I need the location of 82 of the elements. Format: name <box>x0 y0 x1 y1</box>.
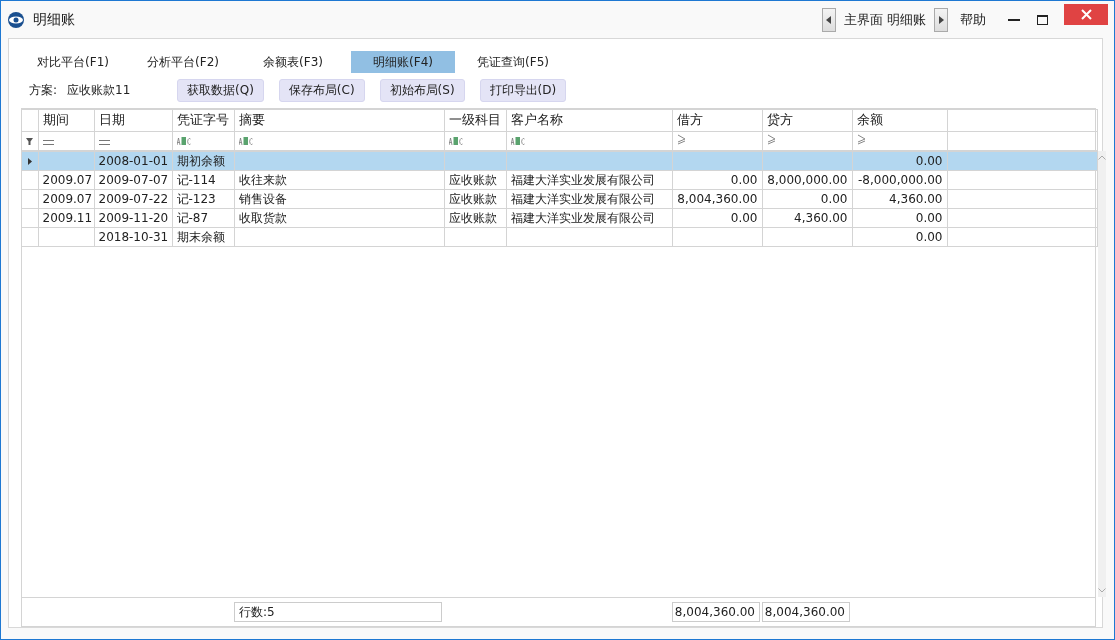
summary-field: 8,004,360.00 <box>672 602 760 622</box>
table-cell: 4,360.00 <box>852 189 947 209</box>
right-arrow-icon <box>938 15 944 24</box>
table-cell: 记-87 <box>172 208 234 228</box>
table-cell: 收往来款 <box>234 170 444 190</box>
column-header: 日期 <box>94 109 172 132</box>
table-cell: 0.00 <box>672 170 762 190</box>
previous-button[interactable] <box>821 7 836 32</box>
table-cell: 2008-01-01 <box>94 151 172 171</box>
table-cell: 2018-10-31 <box>94 227 172 247</box>
column-header: 借方 <box>672 109 762 132</box>
table-cell: 8,004,360.00 <box>672 189 762 209</box>
table-cell: 2009.07 <box>38 189 94 209</box>
scrollbar[interactable] <box>1097 151 1106 597</box>
table-cell: 0.00 <box>852 227 947 247</box>
tab[interactable]: 对比平台(F1) <box>21 51 125 73</box>
table-cell: 期末余额 <box>172 227 234 247</box>
table-cell: 应收账款 <box>444 189 506 209</box>
column-header: 凭证字号 <box>172 109 234 132</box>
table-cell: 记-114 <box>172 170 234 190</box>
close-button[interactable] <box>1064 4 1108 25</box>
greater-equal-filter-icon[interactable] <box>766 134 777 145</box>
text-filter-icon[interactable] <box>510 137 525 145</box>
column-header: 贷方 <box>762 109 852 132</box>
table-cell: 4,360.00 <box>762 208 852 228</box>
table-cell: 2009-07-22 <box>94 189 172 209</box>
table-cell: 福建大洋实业发展有限公司 <box>506 189 672 209</box>
table-cell: 福建大洋实业发展有限公司 <box>506 170 672 190</box>
table-cell: 2009.07 <box>38 170 94 190</box>
table-cell: 0.00 <box>762 189 852 209</box>
toolbar-button[interactable]: 获取数据(Q) <box>177 79 264 102</box>
column-header: 客户名称 <box>506 109 672 132</box>
close-icon <box>1080 9 1092 20</box>
table-cell: 记-123 <box>172 189 234 209</box>
equals-filter-icon[interactable] <box>98 140 110 145</box>
table-cell: 期初余额 <box>172 151 234 171</box>
scheme-label: 方案: <box>29 82 58 99</box>
table-cell: 福建大洋实业发展有限公司 <box>506 208 672 228</box>
table-cell: 2009-11-20 <box>94 208 172 228</box>
filter-icon[interactable] <box>26 138 34 145</box>
tab[interactable]: 明细账(F4) <box>351 51 455 73</box>
scroll-up-icon[interactable] <box>1097 155 1106 160</box>
text-filter-icon[interactable] <box>238 137 253 145</box>
summary-field: 行数:5 <box>234 602 442 622</box>
table-cell: 应收账款 <box>444 170 506 190</box>
tab[interactable]: 余额表(F3) <box>241 51 345 73</box>
scroll-down-icon[interactable] <box>1097 588 1106 593</box>
table-cell: 0.00 <box>852 208 947 228</box>
window-title: 明细账 <box>33 10 76 29</box>
toolbar-button[interactable]: 初始布局(S) <box>379 79 465 102</box>
table-cell: 销售设备 <box>234 189 444 209</box>
equals-filter-icon[interactable] <box>42 140 54 145</box>
breadcrumb-label: 主界面 明细账 <box>843 10 926 29</box>
table-cell: 0.00 <box>672 208 762 228</box>
tab[interactable]: 分析平台(F2) <box>131 51 235 73</box>
table-cell: 0.00 <box>852 151 947 171</box>
greater-equal-filter-icon[interactable] <box>856 134 867 145</box>
scheme-value: 应收账款11 <box>67 82 132 99</box>
next-button[interactable] <box>934 7 948 32</box>
column-header: 期间 <box>38 109 94 132</box>
table-cell: 2009.11 <box>38 208 94 228</box>
app-logo-icon <box>7 10 25 29</box>
column-header: 摘要 <box>234 109 444 132</box>
left-arrow-icon <box>826 15 832 24</box>
greater-equal-filter-icon[interactable] <box>676 134 687 145</box>
help-button[interactable]: 帮助 <box>960 10 986 29</box>
table-cell: 应收账款 <box>444 208 506 228</box>
column-header: 一级科目 <box>444 109 506 132</box>
toolbar-button[interactable]: 保存布局(C) <box>278 79 365 102</box>
table-cell: 8,000,000.00 <box>762 170 852 190</box>
table-cell: 2009-07-07 <box>94 170 172 190</box>
minimize-icon <box>1008 18 1020 21</box>
text-filter-icon[interactable] <box>448 137 463 145</box>
row-pointer-icon <box>27 158 32 165</box>
toolbar-button[interactable]: 打印导出(D) <box>479 79 567 102</box>
summary-field: 8,004,360.00 <box>762 602 850 622</box>
column-header: 余额 <box>852 109 947 132</box>
table-cell: -8,000,000.00 <box>852 170 947 190</box>
tab[interactable]: 凭证查询(F5) <box>461 51 565 73</box>
table-cell: 收取货款 <box>234 208 444 228</box>
text-filter-icon[interactable] <box>176 137 191 145</box>
maximize-icon <box>1036 14 1048 25</box>
